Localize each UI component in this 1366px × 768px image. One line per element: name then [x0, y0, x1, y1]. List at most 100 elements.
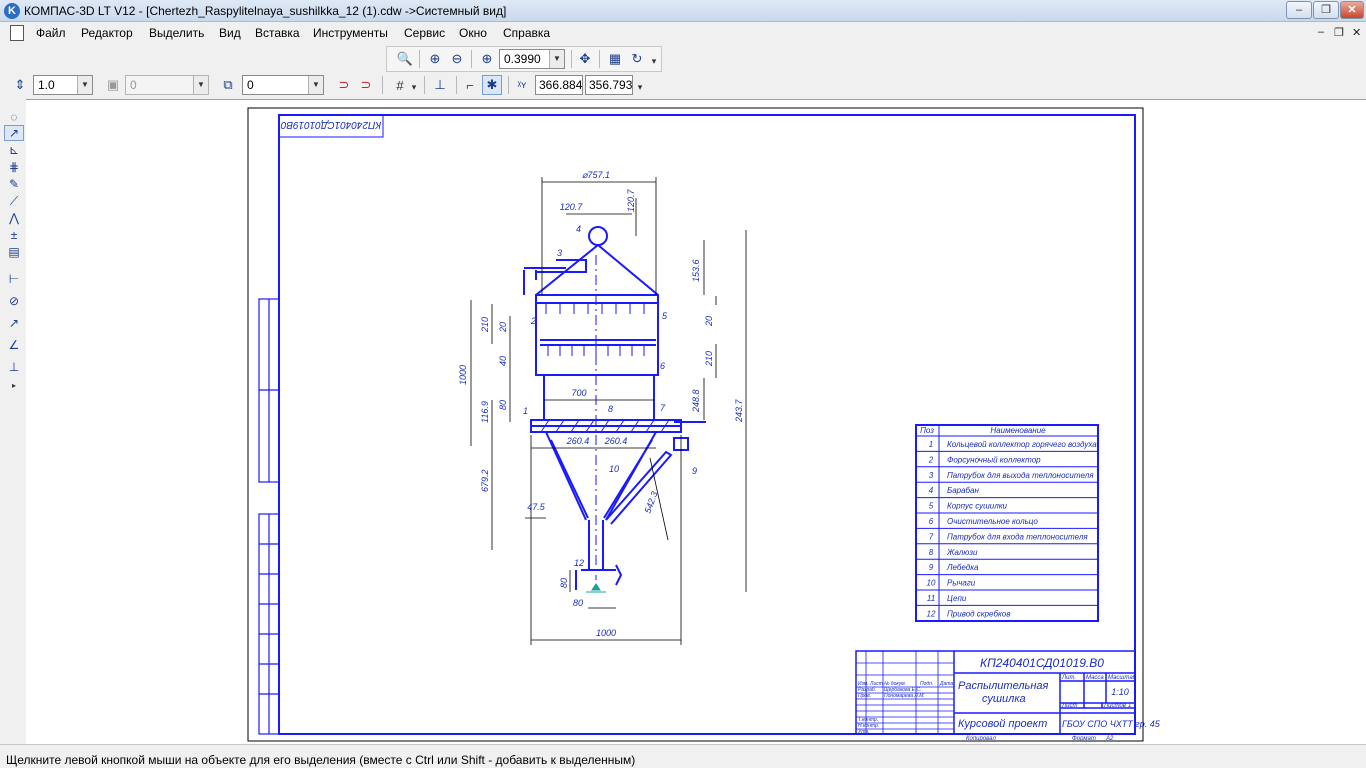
- layer-icon: ▣: [106, 77, 120, 92]
- toolbar-options-icon[interactable]: ▾: [649, 51, 659, 71]
- callout-3: 3: [557, 248, 562, 258]
- toolbar-options-icon[interactable]: ▾: [635, 77, 645, 97]
- menu-tools[interactable]: Инструменты: [313, 26, 388, 40]
- edit-tool-icon[interactable]: ⋕: [4, 159, 24, 175]
- grid-icon[interactable]: #: [390, 75, 410, 95]
- dim-top-diameter: ⌀757.1: [582, 170, 610, 180]
- dim-260-a: 260.4: [566, 436, 590, 446]
- zoom-in-icon[interactable]: ⊕: [425, 49, 445, 69]
- dim-679: 679.2: [480, 469, 490, 492]
- layer-value: 0: [130, 78, 137, 92]
- local-snap-magnet-icon[interactable]: ⊃: [356, 75, 376, 95]
- mdi-restore-button[interactable]: ❐: [1334, 26, 1344, 39]
- menu-service[interactable]: Сервис: [404, 26, 445, 40]
- pan-icon[interactable]: ✥: [575, 49, 595, 69]
- coord-x-field[interactable]: 366.884: [535, 75, 583, 95]
- zoom-scale-icon[interactable]: ⊕: [477, 49, 497, 69]
- parametrize-tool-icon[interactable]: ✎: [4, 176, 24, 192]
- dim-angle-icon[interactable]: ∠: [4, 337, 24, 353]
- menu-window[interactable]: Окно: [459, 26, 487, 40]
- dim-diameter-icon[interactable]: ⊘: [4, 293, 24, 309]
- dim-248: 248.8: [691, 389, 701, 413]
- title-lit-label: Лит.: [1061, 675, 1076, 681]
- dim-210-c: 210: [704, 351, 714, 367]
- menu-editor[interactable]: Редактор: [81, 26, 133, 40]
- legend-name: Патрубок для входа теплоносителя: [947, 532, 1088, 541]
- menu-select[interactable]: Выделить: [149, 26, 204, 40]
- chevron-down-icon[interactable]: ▾: [408, 77, 420, 97]
- reports-tool-icon[interactable]: ▤: [4, 244, 24, 260]
- legend-name: Корпус сушилки: [947, 502, 1008, 511]
- compact-panel: ◌ ↗ ⊾ ⋕ ✎ ⟋ ⋀ ± ▤ ⊢ ⊘ ↗ ∠ ⊥ ▸: [0, 99, 26, 744]
- select-tool-icon[interactable]: ⋀: [4, 210, 24, 226]
- spec-tool-icon[interactable]: ±: [4, 227, 24, 243]
- kompas-app-icon[interactable]: K: [4, 3, 20, 19]
- panel-expand-icon[interactable]: ▸: [4, 377, 24, 393]
- zoom-value: 0.3990: [504, 52, 541, 66]
- local-csys-icon[interactable]: ⊥: [430, 75, 450, 95]
- document-icon[interactable]: [10, 25, 24, 41]
- legend-name: Форсуночный коллектор: [947, 455, 1041, 464]
- drawing-canvas[interactable]: КП240401СД01019В0 ⌀757.1 120.7 120.7 153…: [26, 99, 1366, 744]
- style-value: 0: [247, 78, 254, 92]
- callout-6: 6: [660, 361, 665, 371]
- dim-20-a: 20: [498, 322, 508, 333]
- title-name-line1: Распылительная: [958, 680, 1048, 692]
- menu-help[interactable]: Справка: [503, 26, 550, 40]
- chevron-down-icon[interactable]: ▼: [77, 76, 92, 94]
- dim-linear-icon[interactable]: ⊢: [4, 271, 24, 287]
- menu-insert[interactable]: Вставка: [255, 26, 300, 40]
- drawing-sheet[interactable]: КП240401СД01019В0 ⌀757.1 120.7 120.7 153…: [26, 100, 1366, 745]
- dim-auto-icon[interactable]: ⊥: [4, 359, 24, 375]
- title-sheets-value: 1: [1128, 703, 1131, 709]
- status-bar: Щелкните левой кнопкой мыши на объекте д…: [0, 744, 1366, 768]
- snap-magnet-icon[interactable]: ⊃: [334, 75, 354, 95]
- dim-radial-icon[interactable]: ↗: [4, 315, 24, 331]
- legend-pos: 3: [929, 471, 934, 480]
- mdi-minimize-button[interactable]: –: [1318, 26, 1324, 38]
- title-org: ГБОУ СПО ЧХТТ гр. 45: [1062, 719, 1161, 729]
- view-toolbar: 🔍 ⊕ ⊖ ⊕ 0.3990 ▼ ✥ ▦ ↻ ▾: [386, 46, 662, 72]
- geometry-tool-icon[interactable]: ◌: [4, 109, 24, 125]
- title-sheet-label: Лист: [1061, 703, 1077, 709]
- ortho-mode-icon[interactable]: ⌐: [460, 75, 480, 95]
- minimize-button[interactable]: –: [1286, 1, 1312, 19]
- refresh-view-icon[interactable]: ▦: [605, 49, 625, 69]
- title-designation: КП240401СД01019.В0: [980, 656, 1104, 670]
- style-icon[interactable]: ⧉: [218, 75, 238, 95]
- current-state-toolbar: ⇕ 1.0 ▼ ▣ 0 ▼ ⧉ 0 ▼ ⊃ ⊃ # ▾ ⊥ ⌐ ✱ ᵡʏ 366.88…: [0, 73, 648, 98]
- dimensions-tool-icon[interactable]: ↗: [4, 125, 24, 141]
- menu-view[interactable]: Вид: [219, 26, 241, 40]
- maximize-button[interactable]: ❐: [1313, 1, 1339, 19]
- dim-153: 153.6: [691, 259, 701, 282]
- menu-file[interactable]: Файл: [36, 26, 66, 40]
- title-bar: K КОМПАС-3D LT V12 - [Chertezh_Raspylite…: [0, 0, 1366, 22]
- step-combo[interactable]: 1.0 ▼: [33, 75, 93, 95]
- stamp-rotated-text: КП240401СД01019В0: [280, 119, 381, 130]
- round-coords-icon[interactable]: ✱: [482, 75, 502, 95]
- title-left-name: Пономарева Л.М.: [884, 693, 925, 699]
- zoom-combo[interactable]: 0.3990 ▼: [499, 49, 565, 69]
- close-button[interactable]: ✕: [1340, 1, 1364, 19]
- measure-tool-icon[interactable]: ⟋: [4, 193, 24, 209]
- rebuild-icon[interactable]: ↻: [627, 49, 647, 69]
- legend-pos: 5: [929, 502, 934, 511]
- legend-name: Лебедка: [946, 563, 979, 572]
- title-left-col: Подп.: [920, 681, 933, 687]
- zoom-window-icon[interactable]: 🔍: [395, 49, 415, 69]
- toolbar-separator: [508, 76, 509, 94]
- designations-tool-icon[interactable]: ⊾: [4, 142, 24, 158]
- title-mass-label: Масса: [1086, 675, 1104, 681]
- step-icon[interactable]: ⇕: [10, 75, 30, 95]
- legend-pos: 12: [927, 609, 936, 618]
- coord-y-field[interactable]: 356.793: [585, 75, 633, 95]
- dim-47: 47.5: [527, 502, 546, 512]
- style-combo[interactable]: 0 ▼: [242, 75, 324, 95]
- legend-pos: 7: [929, 532, 934, 541]
- mdi-close-button[interactable]: ✕: [1352, 26, 1361, 39]
- chevron-down-icon[interactable]: ▼: [549, 50, 564, 68]
- window-title: КОМПАС-3D LT V12 - [Chertezh_Raspyliteln…: [24, 4, 507, 18]
- zoom-out-icon[interactable]: ⊖: [447, 49, 467, 69]
- chevron-down-icon[interactable]: ▼: [308, 76, 323, 94]
- dim-243: 243.7: [734, 398, 744, 423]
